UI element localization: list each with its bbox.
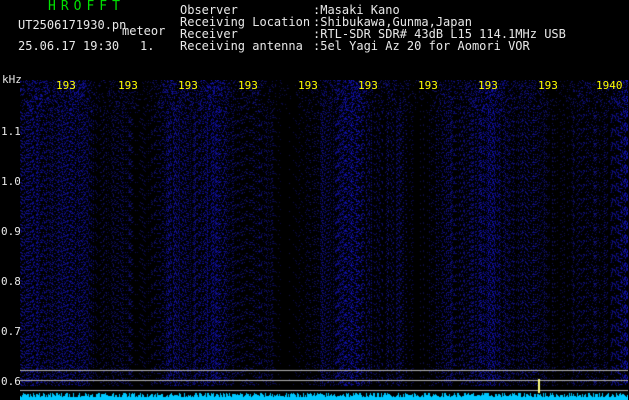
y-tick: 0.8 — [1, 275, 21, 288]
y-tick: 0.7 — [1, 325, 21, 338]
x-tick: 1931 — [56, 80, 76, 91]
spectrogram — [20, 80, 628, 400]
x-tick: 1933 — [178, 80, 198, 91]
x-tick: 1935 — [298, 80, 318, 91]
y-tick: 0.9 — [1, 225, 21, 238]
antenna-value: :5el Yagi Az 20 for Aomori VOR — [313, 39, 530, 53]
mode-label: meteor — [122, 24, 166, 38]
x-tick: 1936 — [358, 80, 378, 91]
y-tick: 1.0 — [1, 175, 21, 188]
y-axis-unit: kHz — [2, 73, 22, 86]
x-tick: 1938 — [478, 80, 498, 91]
app-title: HROFFT — [48, 0, 125, 14]
x-tick: 1934 — [238, 80, 258, 91]
antenna-label: Receiving antenna — [180, 39, 303, 53]
x-tick: 1937 — [418, 80, 438, 91]
y-tick: 0.6 — [1, 375, 21, 388]
datetime: 25.06.17 19:30 — [18, 39, 120, 53]
y-tick: 1.1 — [1, 125, 21, 138]
x-tick: 1940 — [596, 80, 623, 91]
x-tick: 1939 — [538, 80, 558, 91]
x-tick: 1932 — [118, 80, 138, 91]
detection-count: 1. — [140, 39, 155, 53]
filename: UT2506171930.pn — [18, 18, 127, 32]
